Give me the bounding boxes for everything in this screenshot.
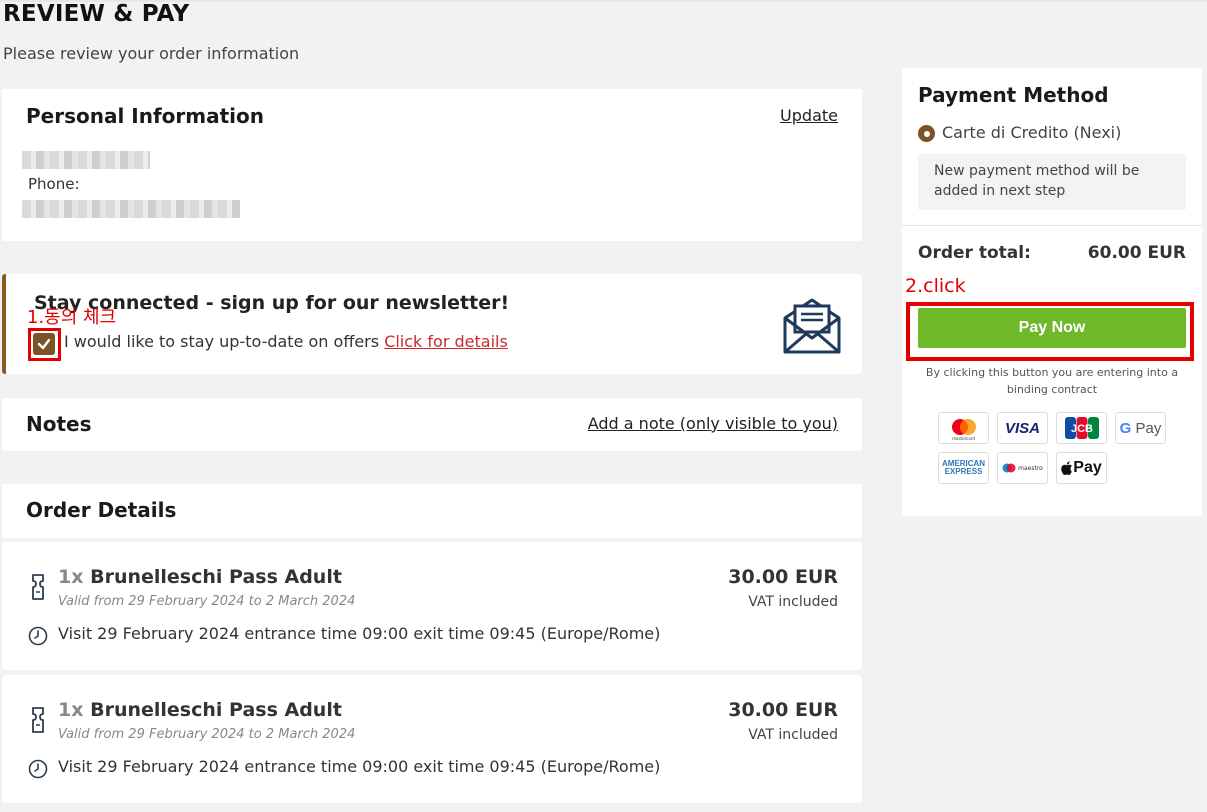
order-total-value: 60.00 EUR <box>1087 243 1186 263</box>
add-note-link[interactable]: Add a note (only visible to you) <box>588 414 838 433</box>
maestro-logo: maestro <box>997 452 1048 484</box>
jcb-icon: JCB <box>1064 417 1099 439</box>
item-quantity: 1x <box>58 699 84 721</box>
blurred-phone <box>22 200 240 218</box>
personal-information-card: Personal Information Update Phone: <box>2 89 862 241</box>
amex-line2: EXPRESS <box>944 467 983 476</box>
item-title: 1x Brunelleschi Pass Adult <box>58 699 342 721</box>
google-pay-logo: G Pay <box>1115 412 1166 444</box>
mastercard-icon <box>951 419 976 435</box>
item-name: Brunelleschi Pass Adult <box>90 699 342 721</box>
order-details-title: Order Details <box>26 498 177 522</box>
amex-logo: AMERICAN EXPRESS <box>938 452 989 484</box>
visa-text: VISA <box>1004 419 1040 437</box>
payment-method-note: New payment method will be added in next… <box>918 154 1186 210</box>
google-pay-text: G Pay <box>1120 420 1162 437</box>
annotation-step2: 2.click <box>905 275 966 297</box>
newsletter-consent-text: I would like to stay up-to-date on offer… <box>64 332 508 351</box>
item-validity: Valid from 29 February 2024 to 2 March 2… <box>58 727 356 742</box>
phone-label: Phone: <box>28 175 80 193</box>
maestro-text: maestro <box>1018 464 1043 472</box>
clock-icon <box>28 626 48 646</box>
apple-pay-logo: Pay <box>1056 452 1107 484</box>
item-vat: VAT included <box>748 594 838 610</box>
item-visit-time: Visit 29 February 2024 entrance time 09:… <box>58 624 661 643</box>
apple-pay-text: Pay <box>1073 459 1102 476</box>
radio-dot <box>923 130 930 137</box>
annotation-step1: 1.동의 체크 <box>27 307 117 328</box>
mastercard-text: mastercard <box>952 436 975 441</box>
divider <box>902 225 1202 226</box>
google-g: G <box>1119 419 1132 437</box>
item-vat: VAT included <box>748 727 838 743</box>
annotation-checkbox-highlight <box>28 328 61 361</box>
blurred-name <box>22 151 150 169</box>
payment-method-title: Payment Method <box>918 83 1109 107</box>
personal-information-title: Personal Information <box>26 104 264 128</box>
payment-option-radio[interactable] <box>918 125 935 142</box>
ticket-icon <box>32 574 44 600</box>
click-for-details-link[interactable]: Click for details <box>384 332 508 351</box>
item-quantity: 1x <box>58 566 84 588</box>
item-title: 1x Brunelleschi Pass Adult <box>58 566 342 588</box>
page-title: REVIEW & PAY <box>3 1 190 27</box>
page-subtitle: Please review your order information <box>3 44 300 63</box>
ticket-icon <box>32 707 44 733</box>
annotation-pay-highlight <box>906 302 1194 361</box>
order-details-header: Order Details <box>2 484 862 538</box>
item-price: 30.00 EUR <box>728 566 838 588</box>
payment-option-label[interactable]: Carte di Credito (Nexi) <box>942 123 1121 142</box>
notes-card: Notes Add a note (only visible to you) <box>2 398 862 451</box>
amex-text: AMERICAN EXPRESS <box>942 460 985 476</box>
visa-logo: VISA <box>997 412 1048 444</box>
item-price: 30.00 EUR <box>728 699 838 721</box>
item-visit-time: Visit 29 February 2024 entrance time 09:… <box>58 757 661 776</box>
notes-title: Notes <box>26 412 92 436</box>
mastercard-logo: mastercard <box>938 412 989 444</box>
newsletter-card: Stay connected - sign up for our newslet… <box>2 274 862 374</box>
jcb-logo: JCB <box>1056 412 1107 444</box>
google-pay-label: Pay <box>1135 419 1162 437</box>
order-item: 1x Brunelleschi Pass Adult Valid from 29… <box>2 675 862 803</box>
clock-icon <box>28 759 48 779</box>
payment-method-card: Payment Method Carte di Credito (Nexi) N… <box>902 68 1202 516</box>
maestro-icon <box>1002 463 1016 473</box>
order-item: 1x Brunelleschi Pass Adult Valid from 29… <box>2 542 862 670</box>
order-total-label: Order total: <box>918 243 1031 263</box>
item-name: Brunelleschi Pass Adult <box>90 566 342 588</box>
apple-icon <box>1061 461 1073 475</box>
envelope-icon <box>783 298 841 354</box>
item-validity: Valid from 29 February 2024 to 2 March 2… <box>58 594 356 609</box>
update-link[interactable]: Update <box>780 106 838 125</box>
newsletter-consent-label: I would like to stay up-to-date on offer… <box>64 332 380 351</box>
jcb-text: JCB <box>1070 423 1092 435</box>
binding-contract-note: By clicking this button you are entering… <box>925 366 1179 396</box>
